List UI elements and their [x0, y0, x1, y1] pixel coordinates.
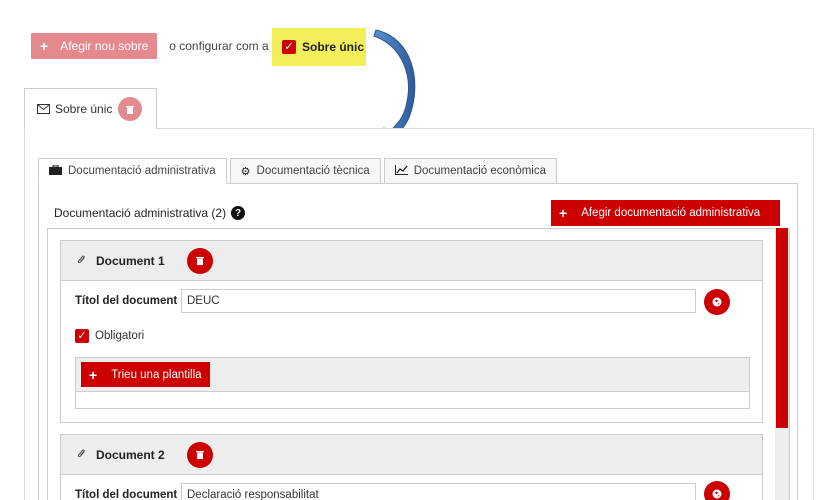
title-field-label: Títol del document — [75, 489, 178, 500]
document-title: Document 1 — [96, 253, 165, 268]
tab-documentacio-tecnica[interactable]: ⚙ Documentació tècnica — [229, 158, 381, 184]
tab-sobre-unic[interactable]: Sobre únic — [24, 88, 157, 129]
checkbox-checked-icon[interactable]: ✓ — [75, 329, 89, 343]
sobre-unic-highlight[interactable]: ✓ Sobre únic — [272, 28, 366, 66]
document-header: Document 1 — [61, 241, 762, 281]
checkbox-checked-icon[interactable]: ✓ — [282, 40, 296, 54]
template-box-header: + Trieu una plantilla — [76, 358, 749, 392]
gears-icon: ⚙ — [240, 165, 251, 178]
or-configure-text: o configurar com a — [169, 39, 269, 53]
add-documentation-label: Afegir documentació administrativa — [581, 207, 761, 219]
document-title-input[interactable]: Declaració responsabilitat — [181, 483, 696, 500]
globe-icon[interactable] — [704, 289, 730, 315]
line-chart-icon — [394, 164, 408, 178]
paperclip-icon — [77, 448, 86, 462]
tab-label: Documentació administrativa — [68, 165, 216, 177]
tab-documentacio-administrativa[interactable]: Documentació administrativa — [38, 158, 227, 184]
document-header: Document 2 — [61, 435, 762, 475]
tab-documentacio-economica[interactable]: Documentació econòmica — [383, 158, 558, 184]
tab-sobre-unic-label: Sobre únic — [55, 102, 113, 116]
trash-icon[interactable] — [118, 97, 143, 121]
scrollbar-thumb[interactable] — [776, 228, 788, 428]
documentation-tabs: Documentació administrativa ⚙ Documentac… — [38, 158, 560, 184]
plus-icon: + — [559, 205, 568, 221]
envelope-icon — [37, 104, 50, 114]
trash-icon[interactable] — [186, 247, 213, 274]
required-checkbox-row[interactable]: ✓ Obligatori — [75, 329, 144, 343]
add-sobre-label: Afegir nou sobre — [60, 39, 149, 53]
document-title: Document 2 — [96, 447, 165, 462]
add-sobre-button[interactable]: + Afegir nou sobre — [31, 33, 158, 59]
tab-label: Documentació tècnica — [256, 165, 370, 177]
choose-template-label: Trieu una plantilla — [111, 368, 202, 381]
document-title-input[interactable]: DEUC — [181, 289, 696, 313]
paperclip-icon — [77, 254, 86, 268]
help-icon[interactable]: ? — [231, 206, 246, 220]
plus-icon: + — [40, 38, 49, 54]
document-card: Document 2 Títol del document Declaració… — [60, 434, 763, 500]
choose-template-button[interactable]: + Trieu una plantilla — [81, 362, 210, 387]
title-field-row: Títol del document Declaració responsabi… — [75, 483, 696, 500]
globe-icon[interactable] — [704, 481, 730, 500]
trash-icon[interactable] — [186, 441, 213, 468]
title-field-label: Títol del document — [75, 295, 178, 307]
sobre-unic-label: Sobre únic — [302, 40, 365, 54]
required-label: Obligatori — [95, 330, 145, 342]
section-title-text: Documentació administrativa (2) — [54, 206, 227, 220]
add-documentation-button[interactable]: + Afegir documentació administrativa — [551, 200, 780, 226]
section-title: Documentació administrativa (2) ? — [54, 206, 246, 220]
toolbar: + Afegir nou sobre o configurar com a — [31, 33, 269, 59]
document-card: Document 1 Títol del document DEUC ✓ Obl… — [60, 240, 763, 423]
tab-label: Documentació econòmica — [413, 165, 547, 177]
template-box: + Trieu una plantilla — [75, 357, 750, 409]
briefcase-icon — [49, 164, 62, 178]
plus-icon: + — [89, 366, 98, 383]
title-field-row: Títol del document DEUC — [75, 289, 696, 313]
